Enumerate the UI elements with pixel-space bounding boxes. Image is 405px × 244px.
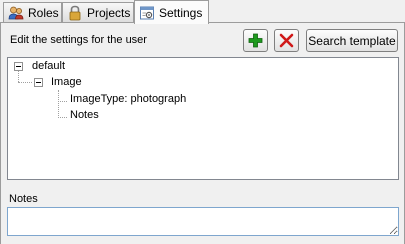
tab-roles-label: Roles bbox=[28, 6, 59, 20]
tree-node-imagetype[interactable]: ImageType: photograph bbox=[70, 93, 186, 105]
delete-button[interactable] bbox=[274, 29, 299, 52]
tree-connector bbox=[18, 71, 19, 82]
users-icon bbox=[8, 6, 24, 20]
tree-connector bbox=[58, 90, 59, 118]
tab-strip: Roles Projects Settings bbox=[0, 0, 405, 24]
tree-node-notes[interactable]: Notes bbox=[70, 109, 99, 121]
expander-collapse-icon[interactable] bbox=[34, 78, 43, 87]
plus-icon bbox=[248, 33, 263, 48]
tree-connector bbox=[58, 117, 67, 118]
x-icon bbox=[279, 33, 294, 48]
tab-roles[interactable]: Roles bbox=[3, 2, 62, 23]
notes-label: Notes bbox=[9, 193, 38, 205]
tab-projects[interactable]: Projects bbox=[62, 2, 134, 23]
tree-connector bbox=[58, 101, 67, 102]
tree-node-image[interactable]: Image bbox=[51, 76, 82, 88]
tab-settings[interactable]: Settings bbox=[134, 0, 209, 24]
tab-projects-label: Projects bbox=[87, 6, 131, 20]
settings-tree[interactable]: default Image ImageType: photograph Note… bbox=[7, 57, 399, 180]
notes-input[interactable] bbox=[7, 207, 399, 236]
tree-node-default[interactable]: default bbox=[32, 60, 65, 72]
search-template-button[interactable]: Search template bbox=[306, 29, 398, 52]
settings-icon bbox=[140, 6, 154, 19]
lock-icon bbox=[69, 5, 81, 21]
add-button[interactable] bbox=[243, 29, 268, 52]
tab-settings-label: Settings bbox=[159, 5, 203, 20]
expander-collapse-icon[interactable] bbox=[14, 62, 23, 71]
settings-description: Edit the settings for the user bbox=[10, 34, 147, 46]
tree-connector bbox=[18, 82, 32, 83]
